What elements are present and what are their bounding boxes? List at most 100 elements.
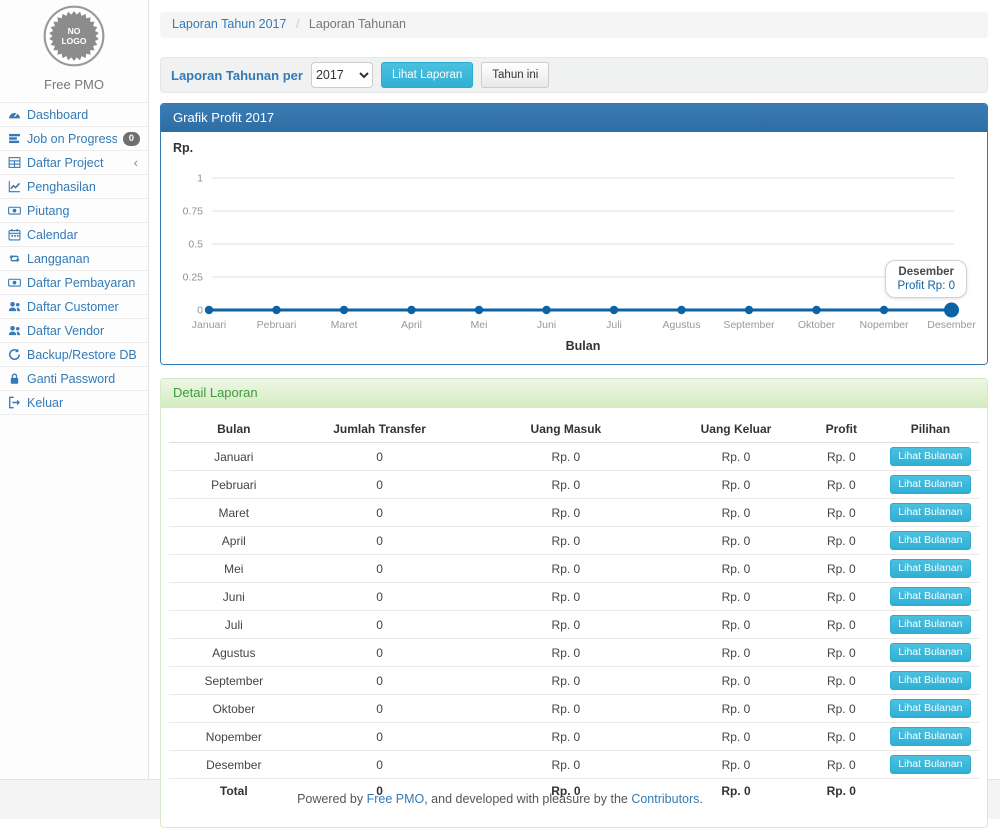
lihat-bulanan-button[interactable]: Lihat Bulanan bbox=[890, 671, 970, 690]
sidebar-item-penghasilan[interactable]: Penghasilan bbox=[0, 175, 148, 199]
cell: Rp. 0 bbox=[461, 723, 672, 751]
lihat-bulanan-button[interactable]: Lihat Bulanan bbox=[890, 643, 970, 662]
lihat-bulanan-button[interactable]: Lihat Bulanan bbox=[890, 755, 970, 774]
cell: April bbox=[169, 527, 299, 555]
lihat-bulanan-button[interactable]: Lihat Bulanan bbox=[890, 531, 970, 550]
breadcrumb: Laporan Tahun 2017 / Laporan Tahunan bbox=[160, 12, 988, 38]
report-filter-toolbar: Laporan Tahunan per 2017 Lihat Laporan T… bbox=[160, 57, 988, 93]
profit-line-chart-svg: 00.250.50.751JanuariPebruariMaretAprilMe… bbox=[161, 132, 987, 364]
tahun-ini-button[interactable]: Tahun ini bbox=[481, 62, 549, 88]
cell: Rp. 0 bbox=[461, 583, 672, 611]
cell: Rp. 0 bbox=[461, 471, 672, 499]
action-cell: Lihat Bulanan bbox=[882, 639, 979, 667]
action-cell: Lihat Bulanan bbox=[882, 471, 979, 499]
lihat-bulanan-button[interactable]: Lihat Bulanan bbox=[890, 447, 970, 466]
lihat-bulanan-button[interactable]: Lihat Bulanan bbox=[890, 699, 970, 718]
data-point-juli bbox=[610, 306, 618, 314]
action-cell: Lihat Bulanan bbox=[882, 695, 979, 723]
cell: Rp. 0 bbox=[801, 667, 882, 695]
toolbar-label: Laporan Tahunan per bbox=[171, 68, 303, 83]
footer-text: Powered by bbox=[297, 792, 366, 806]
x-tick-label: September bbox=[723, 319, 775, 331]
cell: Rp. 0 bbox=[671, 611, 801, 639]
sidebar-item-daftar-vendor[interactable]: Daftar Vendor bbox=[0, 319, 148, 343]
cell: Rp. 0 bbox=[461, 611, 672, 639]
profit-chart[interactable]: Rp. Desember Profit Rp: 0 00.250.50.751J… bbox=[161, 132, 987, 364]
action-cell: Lihat Bulanan bbox=[882, 443, 979, 471]
cell: Rp. 0 bbox=[671, 639, 801, 667]
lihat-bulanan-button[interactable]: Lihat Bulanan bbox=[890, 559, 970, 578]
cell: September bbox=[169, 667, 299, 695]
column-header-bulan: Bulan bbox=[169, 416, 299, 443]
table-icon bbox=[8, 156, 21, 169]
cell: Rp. 0 bbox=[671, 499, 801, 527]
cell: Rp. 0 bbox=[801, 723, 882, 751]
sidebar-item-label: Langganan bbox=[27, 252, 140, 266]
lihat-bulanan-button[interactable]: Lihat Bulanan bbox=[890, 727, 970, 746]
action-cell: Lihat Bulanan bbox=[882, 527, 979, 555]
profit-chart-panel: Grafik Profit 2017 Rp. Desember Profit R… bbox=[160, 103, 988, 365]
chevron-left-icon: ‹ bbox=[134, 155, 140, 170]
breadcrumb-link-laporan-tahun[interactable]: Laporan Tahun 2017 bbox=[172, 17, 286, 31]
svg-text:NO: NO bbox=[68, 26, 81, 36]
sidebar-item-label: Piutang bbox=[27, 204, 140, 218]
money-icon bbox=[8, 204, 21, 217]
users-icon bbox=[8, 324, 21, 337]
sidebar-item-label: Calendar bbox=[27, 228, 140, 242]
sidebar-item-dashboard[interactable]: Dashboard bbox=[0, 103, 148, 127]
cell: 0 bbox=[299, 723, 461, 751]
lihat-bulanan-button[interactable]: Lihat Bulanan bbox=[890, 475, 970, 494]
sidebar-item-daftar-customer[interactable]: Daftar Customer bbox=[0, 295, 148, 319]
y-tick-label: 0.25 bbox=[183, 272, 204, 284]
data-point-nopember bbox=[880, 306, 888, 314]
lihat-bulanan-button[interactable]: Lihat Bulanan bbox=[890, 587, 970, 606]
lihat-bulanan-button[interactable]: Lihat Bulanan bbox=[890, 503, 970, 522]
cell: Juli bbox=[169, 611, 299, 639]
cell: Rp. 0 bbox=[461, 751, 672, 779]
action-cell: Lihat Bulanan bbox=[882, 723, 979, 751]
footer-text-middle: , and developed with pleasure by the bbox=[424, 792, 631, 806]
sidebar-item-daftar-project[interactable]: Daftar Project ‹ bbox=[0, 151, 148, 175]
x-tick-label: Juni bbox=[537, 319, 556, 331]
sidebar-item-calendar[interactable]: Calendar bbox=[0, 223, 148, 247]
x-tick-label: Nopember bbox=[859, 319, 909, 331]
sidebar-menu: DashboardJob on Progress0 Daftar Project ‹… bbox=[0, 102, 148, 415]
sidebar-item-backup-restore-db[interactable]: Backup/Restore DB bbox=[0, 343, 148, 367]
detail-laporan-panel: Detail Laporan BulanJumlah TransferUang … bbox=[160, 378, 988, 828]
sidebar-item-label: Daftar Project bbox=[27, 156, 128, 170]
cell: Rp. 0 bbox=[461, 527, 672, 555]
cell: 0 bbox=[299, 555, 461, 583]
x-tick-label: Juli bbox=[606, 319, 622, 331]
cell: Rp. 0 bbox=[671, 443, 801, 471]
sidebar-item-job-on-progress[interactable]: Job on Progress0 bbox=[0, 127, 148, 151]
table-row-pebruari: Pebruari0Rp. 0Rp. 0Rp. 0Lihat Bulanan bbox=[169, 471, 979, 499]
footer-link-free-pmo[interactable]: Free PMO bbox=[367, 792, 425, 806]
sidebar-item-label: Daftar Vendor bbox=[27, 324, 140, 338]
line-chart-icon bbox=[8, 180, 21, 193]
sidebar-item-daftar-pembayaran[interactable]: Daftar Pembayaran bbox=[0, 271, 148, 295]
sidebar-item-piutang[interactable]: Piutang bbox=[0, 199, 148, 223]
cell: Rp. 0 bbox=[461, 555, 672, 583]
lihat-laporan-button[interactable]: Lihat Laporan bbox=[381, 62, 473, 88]
money-icon bbox=[8, 276, 21, 289]
sidebar-item-ganti-password[interactable]: Ganti Password bbox=[0, 367, 148, 391]
sidebar-item-keluar[interactable]: Keluar bbox=[0, 391, 148, 415]
footer-text-suffix: . bbox=[699, 792, 702, 806]
sidebar-item-langganan[interactable]: Langganan bbox=[0, 247, 148, 271]
cell: 0 bbox=[299, 667, 461, 695]
brand-name: Free PMO bbox=[0, 77, 148, 92]
dashboard-icon bbox=[8, 108, 21, 121]
year-select[interactable]: 2017 bbox=[311, 62, 373, 88]
cell: Rp. 0 bbox=[671, 555, 801, 583]
detail-laporan-table: BulanJumlah TransferUang MasukUang Kelua… bbox=[169, 416, 979, 803]
table-row-september: September0Rp. 0Rp. 0Rp. 0Lihat Bulanan bbox=[169, 667, 979, 695]
cell: 0 bbox=[299, 695, 461, 723]
cell: Rp. 0 bbox=[801, 695, 882, 723]
sidebar-item-label: Daftar Pembayaran bbox=[27, 276, 140, 290]
refresh-icon bbox=[8, 348, 21, 361]
footer-link-contributors[interactable]: Contributors bbox=[631, 792, 699, 806]
main-content: Laporan Tahun 2017 / Laporan Tahunan Lap… bbox=[149, 0, 1000, 779]
table-row-maret: Maret0Rp. 0Rp. 0Rp. 0Lihat Bulanan bbox=[169, 499, 979, 527]
sidebar-item-label: Ganti Password bbox=[27, 372, 140, 386]
lihat-bulanan-button[interactable]: Lihat Bulanan bbox=[890, 615, 970, 634]
